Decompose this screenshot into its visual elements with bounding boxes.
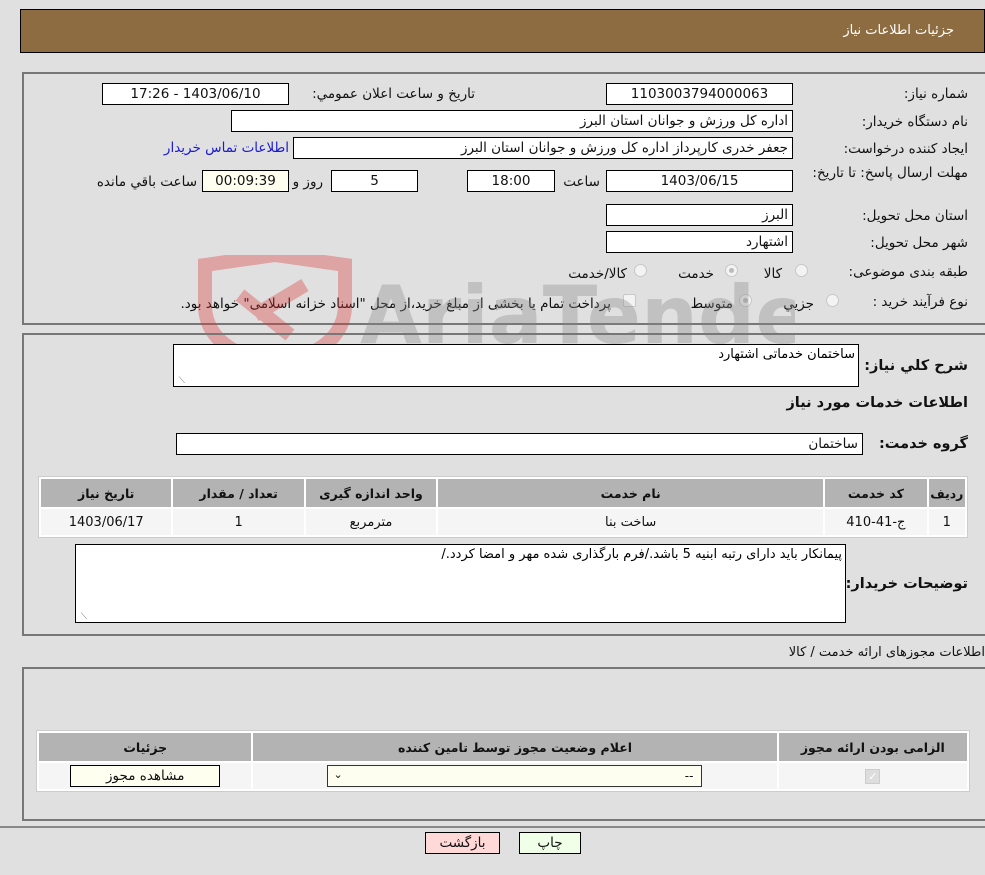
table-row: ✓ -- ⌄ مشاهده مجوز [39,763,967,789]
col-date: تاریخ نیاز [41,479,172,507]
print-button[interactable]: چاپ [519,832,581,854]
treasury-checkbox[interactable] [623,294,636,307]
category-option-service: خدمت [678,266,714,282]
announce-datetime-field: 1403/06/10 - 17:26 [102,83,289,105]
province-field: البرز [606,204,793,226]
days-field: 5 [331,170,418,192]
city-label: شهر محل تحویل: [870,235,968,251]
col-status: اعلام وضعیت مجوز توسط تامین کننده [253,733,777,761]
remaining-label: ساعت باقي مانده [96,174,197,190]
services-table-header: ردیف کد خدمت نام خدمت واحد اندازه گیری ت… [41,479,965,507]
category-radio-goods[interactable] [795,264,808,277]
remaining-time-field: 00:09:39 [202,170,289,192]
treasury-note: پرداخت تمام یا بخشی از مبلغ خرید،از محل … [180,296,611,312]
deadline-time-field: 18:00 [467,170,555,192]
buyer-org-field: اداره کل ورزش و جوانان استان البرز [231,110,793,132]
cell-details: مشاهده مجوز [39,763,252,789]
cell-code: ج-41-410 [825,509,927,535]
process-radio-minor[interactable] [826,294,839,307]
cell-status: -- ⌄ [253,763,777,789]
buyer-contact-link[interactable]: اطلاعات تماس خریدار [164,140,289,156]
page-header: جزئیات اطلاعات نیاز [20,9,985,53]
category-radio-service[interactable] [725,264,738,277]
category-radio-goods-service[interactable] [634,264,647,277]
cell-name: ساخت بنا [438,509,824,535]
permit-status-value: -- [684,769,694,783]
permits-table-header: الزامی بودن ارائه مجوز اعلام وضعیت مجوز … [39,733,967,761]
services-table: ردیف کد خدمت نام خدمت واحد اندازه گیری ت… [38,476,968,538]
buyer-notes-textarea[interactable]: پیمانکار باید دارای رتبه ابنیه 5 باشد./ف… [75,544,846,623]
buyer-notes-wrapper: پیمانکار باید دارای رتبه ابنیه 5 باشد./ف… [75,544,846,623]
process-radio-medium[interactable] [739,294,752,307]
buyer-org-label: نام دستگاه خریدار: [861,114,968,130]
col-required: الزامی بودن ارائه مجوز [778,733,967,761]
service-group-field: ساختمان [176,433,863,455]
required-checkbox[interactable]: ✓ [865,768,881,784]
category-option-goods-service: کالا/خدمت [568,266,627,282]
chevron-down-icon: ⌄ [333,768,343,781]
deadline-label: مهلت ارسال پاسخ: تا تاریخ: [812,165,968,181]
page-title: جزئیات اطلاعات نیاز [843,23,954,38]
need-number-label: شماره نیاز: [903,86,968,102]
back-button[interactable]: بازگشت [425,832,500,854]
cell-qty: 1 [173,509,304,535]
cell-date: 1403/06/17 [41,509,172,535]
creator-label: ایجاد کننده درخواست: [843,141,968,157]
cell-index: 1 [928,509,965,535]
days-label: روز و [292,174,323,190]
cell-required: ✓ [778,763,967,789]
col-qty: تعداد / مقدار [173,479,304,507]
process-option-medium: متوسط [690,296,733,312]
table-row: 1 ج-41-410 ساخت بنا مترمربع 1 1403/06/17 [41,509,965,535]
col-details: جزئیات [39,733,252,761]
province-label: استان محل تحویل: [862,208,968,224]
category-label: طبقه بندی موضوعی: [848,264,968,280]
service-group-label: گروه خدمت: [878,436,968,452]
view-permit-button[interactable]: مشاهده مجوز [70,765,221,787]
city-field: اشتهارد [606,231,793,253]
deadline-time-label: ساعت [563,174,600,190]
footer-divider [0,826,985,828]
permits-section-title: اطلاعات مجوزهای ارائه خدمت / کالا [788,645,985,660]
description-wrapper: ساختمان خدماتی اشتهارد ⟋ [173,344,859,387]
services-section-title: اطلاعات خدمات مورد نیاز [786,395,968,411]
need-number-field: 1103003794000063 [606,83,793,105]
buyer-notes-label: توضیحات خریدار: [845,576,968,592]
col-index: ردیف [928,479,965,507]
col-code: کد خدمت [825,479,927,507]
col-name: نام خدمت [438,479,824,507]
permit-status-select[interactable]: -- ⌄ [327,765,703,787]
deadline-date-field: 1403/06/15 [606,170,793,192]
description-label: شرح كلي نیاز: [864,358,968,374]
process-label: نوع فرآیند خرید : [872,294,968,310]
process-option-minor: جزيي [783,296,814,312]
cell-unit: مترمربع [305,509,437,535]
creator-field: جعفر خدری کارپرداز اداره کل ورزش و جوانا… [293,137,793,159]
announce-label: تاریخ و ساعت اعلان عمومي: [312,86,475,102]
col-unit: واحد اندازه گیری [305,479,437,507]
permits-table: الزامی بودن ارائه مجوز اعلام وضعیت مجوز … [36,730,970,792]
category-option-goods: کالا [763,266,782,282]
description-textarea[interactable]: ساختمان خدماتی اشتهارد [173,344,859,387]
